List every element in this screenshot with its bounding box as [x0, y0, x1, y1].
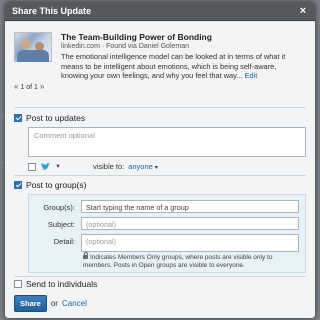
prev-arrow-icon[interactable]: « [14, 82, 18, 91]
groups-label: Group(s): [43, 203, 75, 212]
group-panel: Group(s): Start typing the name of a gro… [28, 194, 306, 273]
article-title: The Team-Building Power of Bonding [61, 32, 212, 42]
detail-textarea[interactable]: (optional) [81, 234, 299, 252]
or-text: or [50, 299, 58, 308]
article-thumbnail [14, 32, 52, 62]
twitter-row: ▼ visible to: anyone ▾ [28, 162, 158, 171]
cancel-link[interactable]: Cancel [62, 299, 87, 308]
post-to-updates-checkbox[interactable] [14, 114, 22, 122]
twitter-dropdown-icon[interactable]: ▼ [55, 164, 61, 170]
divider [14, 175, 306, 176]
comment-placeholder: Comment optional [34, 131, 95, 140]
dialog-title: Share This Update [12, 6, 92, 16]
subject-label: Subject: [47, 220, 75, 229]
dialog-body: « 1 of 1 » The Team-Building Power of Bo… [5, 22, 315, 318]
dialog-actions: Share or Cancel [14, 295, 87, 312]
share-dialog: Share This Update × « 1 of 1 » The Team-… [5, 2, 315, 318]
caret-down-icon: ▾ [154, 165, 158, 171]
post-to-updates-row: Post to updates [14, 113, 85, 123]
twitter-checkbox[interactable] [28, 162, 36, 171]
divider [14, 276, 306, 277]
post-to-groups-row: Post to group(s) [14, 180, 86, 190]
next-arrow-icon[interactable]: » [40, 82, 44, 91]
edit-link[interactable]: Edit [245, 71, 258, 80]
send-to-individuals-row: Send to individuals [14, 279, 97, 289]
article-description: The emotional intelligence model can be … [61, 52, 305, 81]
visible-to-dropdown[interactable]: anyone ▾ [128, 162, 158, 171]
comment-textarea[interactable]: Comment optional [28, 127, 306, 157]
lock-icon [83, 252, 88, 259]
preview-pager: « 1 of 1 » [14, 82, 44, 91]
pager-text: 1 of 1 [20, 84, 38, 91]
twitter-bird-icon[interactable] [40, 162, 51, 171]
groups-input[interactable]: Start typing the name of a group [81, 200, 299, 213]
divider [14, 107, 306, 108]
post-to-groups-label: Post to group(s) [26, 180, 87, 190]
share-button[interactable]: Share [14, 295, 47, 312]
visible-to-value: anyone [128, 162, 153, 171]
dialog-header: Share This Update × [5, 2, 315, 21]
detail-placeholder: (optional) [86, 237, 116, 246]
article-source: linkedin.com · Found via Daniel Goleman [61, 43, 190, 50]
close-icon[interactable]: × [298, 5, 308, 17]
hint-text: Indicates Members Only groups, where pos… [83, 254, 273, 269]
members-only-hint: Indicates Members Only groups, where pos… [83, 252, 303, 270]
visible-to-label: visible to: [92, 162, 125, 171]
post-to-groups-checkbox[interactable] [14, 181, 22, 189]
send-to-individuals-label: Send to individuals [26, 279, 98, 289]
subject-input[interactable]: (optional) [81, 217, 299, 230]
share-preview: « 1 of 1 » The Team-Building Power of Bo… [14, 32, 306, 102]
subject-placeholder: (optional) [86, 220, 116, 229]
detail-label: Detail: [53, 237, 75, 246]
post-to-updates-label: Post to updates [26, 113, 86, 123]
groups-placeholder: Start typing the name of a group [86, 203, 189, 212]
send-to-individuals-checkbox[interactable] [14, 280, 22, 288]
